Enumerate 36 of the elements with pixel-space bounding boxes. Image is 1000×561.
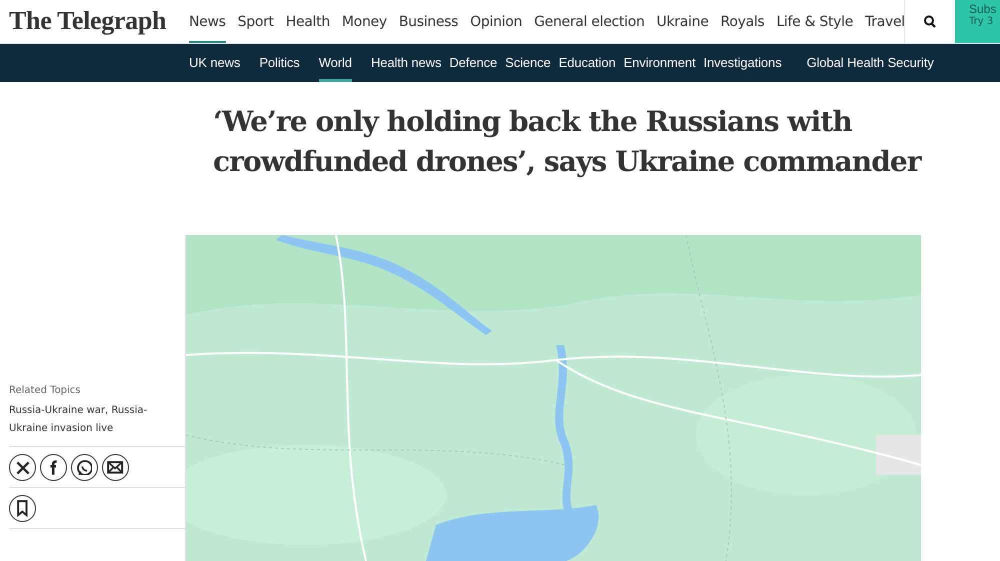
nav-link[interactable]: Health bbox=[286, 0, 330, 43]
x-icon bbox=[16, 460, 30, 474]
nav-link[interactable]: Opinion bbox=[470, 0, 522, 43]
facebook-button[interactable] bbox=[40, 454, 67, 481]
facebook-icon bbox=[48, 460, 58, 476]
section-link[interactable]: Science bbox=[505, 44, 551, 82]
search-icon bbox=[923, 14, 937, 28]
nav-link[interactable]: Business bbox=[398, 0, 458, 43]
section-link[interactable]: Global Health Security bbox=[806, 44, 934, 82]
bookmark-icon bbox=[17, 500, 28, 517]
related-topics-heading: Related Topics bbox=[9, 385, 82, 396]
logo[interactable]: The Telegraph bbox=[0, 0, 177, 43]
section-link[interactable]: Investigations bbox=[704, 44, 782, 82]
section-link[interactable]: Environment bbox=[624, 44, 696, 82]
email-button[interactable] bbox=[102, 454, 129, 481]
nav-link[interactable]: Ukraine bbox=[656, 0, 709, 43]
x-button[interactable] bbox=[9, 454, 36, 481]
nav-link[interactable]: Sport bbox=[238, 0, 274, 43]
email-icon bbox=[107, 461, 124, 474]
section-link[interactable]: Education bbox=[558, 44, 616, 82]
nav-link[interactable]: Life & Style bbox=[776, 0, 854, 43]
related-topics-links[interactable]: Russia-Ukraine war, Russia-Ukraine invasion live bbox=[9, 402, 185, 447]
section-link[interactable]: Health news bbox=[370, 44, 442, 82]
nav-link[interactable]: General election bbox=[534, 0, 645, 43]
section-link[interactable]: UK news bbox=[189, 44, 240, 82]
whatsapp-button[interactable] bbox=[71, 454, 98, 481]
section-link[interactable]: Politics bbox=[259, 44, 300, 82]
nav-link[interactable]: Travel bbox=[865, 0, 904, 43]
section-link[interactable]: Defence bbox=[449, 44, 498, 82]
section-link[interactable]: World bbox=[318, 44, 352, 82]
subscribe-button[interactable]: Subs Try 3 bbox=[955, 0, 1000, 43]
nav-link[interactable]: Money bbox=[342, 0, 387, 43]
nav-link[interactable]: Royals bbox=[720, 0, 764, 43]
whatsapp-icon bbox=[76, 460, 92, 476]
bookmark-button[interactable] bbox=[9, 495, 36, 522]
headline: ‘We’re only holding back the Russians with crowdfunded drones’, says Ukraine commander bbox=[212, 104, 921, 180]
